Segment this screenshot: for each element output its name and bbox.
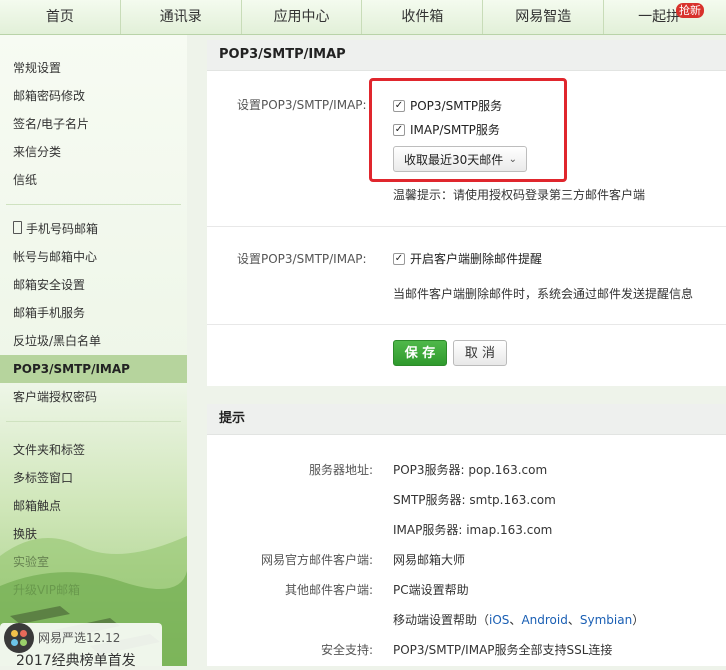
sidebar-item-skin[interactable]: 换肤 [0, 520, 187, 548]
panel-title: POP3/SMTP/IMAP [207, 40, 726, 71]
symbian-help-link[interactable]: Symbian [580, 613, 632, 627]
tab-group-buy-label: 一起拼 [638, 9, 681, 25]
pop3-server: POP3服务器: pop.163.com [393, 463, 548, 477]
imap-smtp-label: IMAP/SMTP服务 [410, 123, 500, 137]
tips-title: 提示 [207, 404, 726, 435]
smtp-server: SMTP服务器: smtp.163.com [393, 493, 556, 507]
mobile-help-suffix: ） [632, 613, 645, 627]
mobile-phone-icon [13, 221, 22, 234]
sidebar-item-general[interactable]: 常规设置 [0, 54, 187, 82]
setting2-label: 设置POP3/SMTP/IMAP: [237, 252, 367, 266]
fetch-range-select[interactable]: 收取最近30天邮件 ⌄ [393, 146, 527, 172]
pop3-smtp-checkbox[interactable]: ✓ POP3/SMTP服务 [393, 97, 502, 114]
android-help-link[interactable]: Android [521, 613, 567, 627]
promo-banner[interactable]: 网易严选12.12 2017经典榜单首发 [0, 623, 162, 669]
cancel-button[interactable]: 取 消 [453, 340, 507, 366]
save-button[interactable]: 保 存 [393, 340, 447, 366]
fetch-range-value: 收取最近30天邮件 [404, 153, 504, 167]
delete-alert-label: 开启客户端删除邮件提醒 [410, 252, 543, 266]
other-client-label: 其他邮件客户端: [284, 583, 373, 597]
sidebar-item-signature[interactable]: 签名/电子名片 [0, 110, 187, 138]
ios-help-link[interactable]: iOS [489, 613, 509, 627]
sidebar-item-account-center[interactable]: 帐号与邮箱中心 [0, 243, 187, 271]
sidebar-item-client-auth-code[interactable]: 客户端授权密码 [0, 383, 187, 411]
server-address-label: 服务器地址: [308, 463, 373, 477]
section-divider [207, 226, 726, 227]
delete-alert-desc: 当邮件客户端删除邮件时，系统会通过邮件发送提醒信息 [393, 287, 694, 301]
sidebar-item-vip-upgrade[interactable]: 升级VIP邮箱 [0, 576, 187, 604]
pop3-settings-panel: POP3/SMTP/IMAP 设置POP3/SMTP/IMAP: ✓ POP3/… [207, 40, 726, 386]
settings-sidebar: 常规设置 邮箱密码修改 签名/电子名片 来信分类 信纸 手机号码邮箱 帐号与邮箱… [0, 35, 187, 666]
sidebar-item-phone-mailbox[interactable]: 手机号码邮箱 [0, 215, 187, 243]
sidebar-item-anti-spam[interactable]: 反垃圾/黑白名单 [0, 327, 187, 355]
sidebar-item-multi-tab[interactable]: 多标签窗口 [0, 464, 187, 492]
setting1-label: 设置POP3/SMTP/IMAP: [237, 98, 367, 112]
sidebar-item-mobile-service[interactable]: 邮箱手机服务 [0, 299, 187, 327]
sidebar-item-folders-tags[interactable]: 文件夹和标签 [0, 436, 187, 464]
pop3-smtp-label: POP3/SMTP服务 [410, 99, 503, 113]
promo-line2: 2017经典榜单首发 [16, 653, 136, 669]
promo-line1: 网易严选12.12 [38, 631, 121, 645]
tab-home[interactable]: 首页 [0, 0, 121, 34]
separator: 、 [509, 613, 522, 627]
mobile-help-prefix: 移动端设置帮助（ [393, 613, 490, 627]
tab-contacts[interactable]: 通讯录 [121, 0, 242, 34]
mobile-help: 移动端设置帮助（iOS、Android、Symbian） [393, 611, 644, 628]
mail-master-link[interactable]: 网易邮箱大师 [393, 551, 465, 568]
sidebar-divider [6, 421, 181, 422]
sidebar-item-mail-rules[interactable]: 来信分类 [0, 138, 187, 166]
chevron-down-icon: ⌄ [508, 154, 517, 165]
pc-help-link[interactable]: PC端设置帮助 [393, 581, 469, 598]
tab-group-buy[interactable]: 一起拼 抢新 [604, 0, 726, 34]
sidebar-item-mail-touch[interactable]: 邮箱触点 [0, 492, 187, 520]
sidebar-item-phone-mailbox-label: 手机号码邮箱 [26, 222, 99, 236]
checkbox-checked-icon: ✓ [393, 123, 405, 136]
tab-netease-zhizao[interactable]: 网易智造 [483, 0, 605, 34]
security-label: 安全支持: [320, 643, 373, 657]
tips-panel: 提示 服务器地址: POP3服务器: pop.163.com SMTP服务器: … [207, 404, 726, 666]
separator: 、 [567, 613, 580, 627]
delete-alert-checkbox[interactable]: ✓ 开启客户端删除邮件提醒 [393, 250, 542, 267]
checkbox-checked-icon: ✓ [393, 99, 405, 112]
warm-tip: 温馨提示：请使用授权码登录第三方邮件客户端 [393, 188, 646, 202]
sidebar-item-pop3-smtp-imap[interactable]: POP3/SMTP/IMAP [0, 355, 187, 383]
sidebar-item-lab[interactable]: 实验室 [0, 548, 187, 576]
sidebar-item-security[interactable]: 邮箱安全设置 [0, 271, 187, 299]
checkbox-checked-icon: ✓ [393, 252, 405, 265]
top-nav: 首页 通讯录 应用中心 收件箱 网易智造 一起拼 抢新 [0, 0, 726, 35]
security-value: POP3/SMTP/IMAP服务全部支持SSL连接 [393, 643, 613, 657]
hot-badge: 抢新 [676, 3, 705, 18]
sidebar-item-stationery[interactable]: 信纸 [0, 166, 187, 194]
tab-inbox[interactable]: 收件箱 [362, 0, 484, 34]
imap-smtp-checkbox[interactable]: ✓ IMAP/SMTP服务 [393, 121, 500, 138]
section-divider [207, 324, 726, 325]
app-launcher-icon[interactable] [4, 623, 34, 653]
imap-server: IMAP服务器: imap.163.com [393, 523, 553, 537]
tab-app-center[interactable]: 应用中心 [242, 0, 363, 34]
sidebar-item-password[interactable]: 邮箱密码修改 [0, 82, 187, 110]
sidebar-divider [6, 204, 181, 205]
official-client-label: 网易官方邮件客户端: [260, 553, 373, 567]
